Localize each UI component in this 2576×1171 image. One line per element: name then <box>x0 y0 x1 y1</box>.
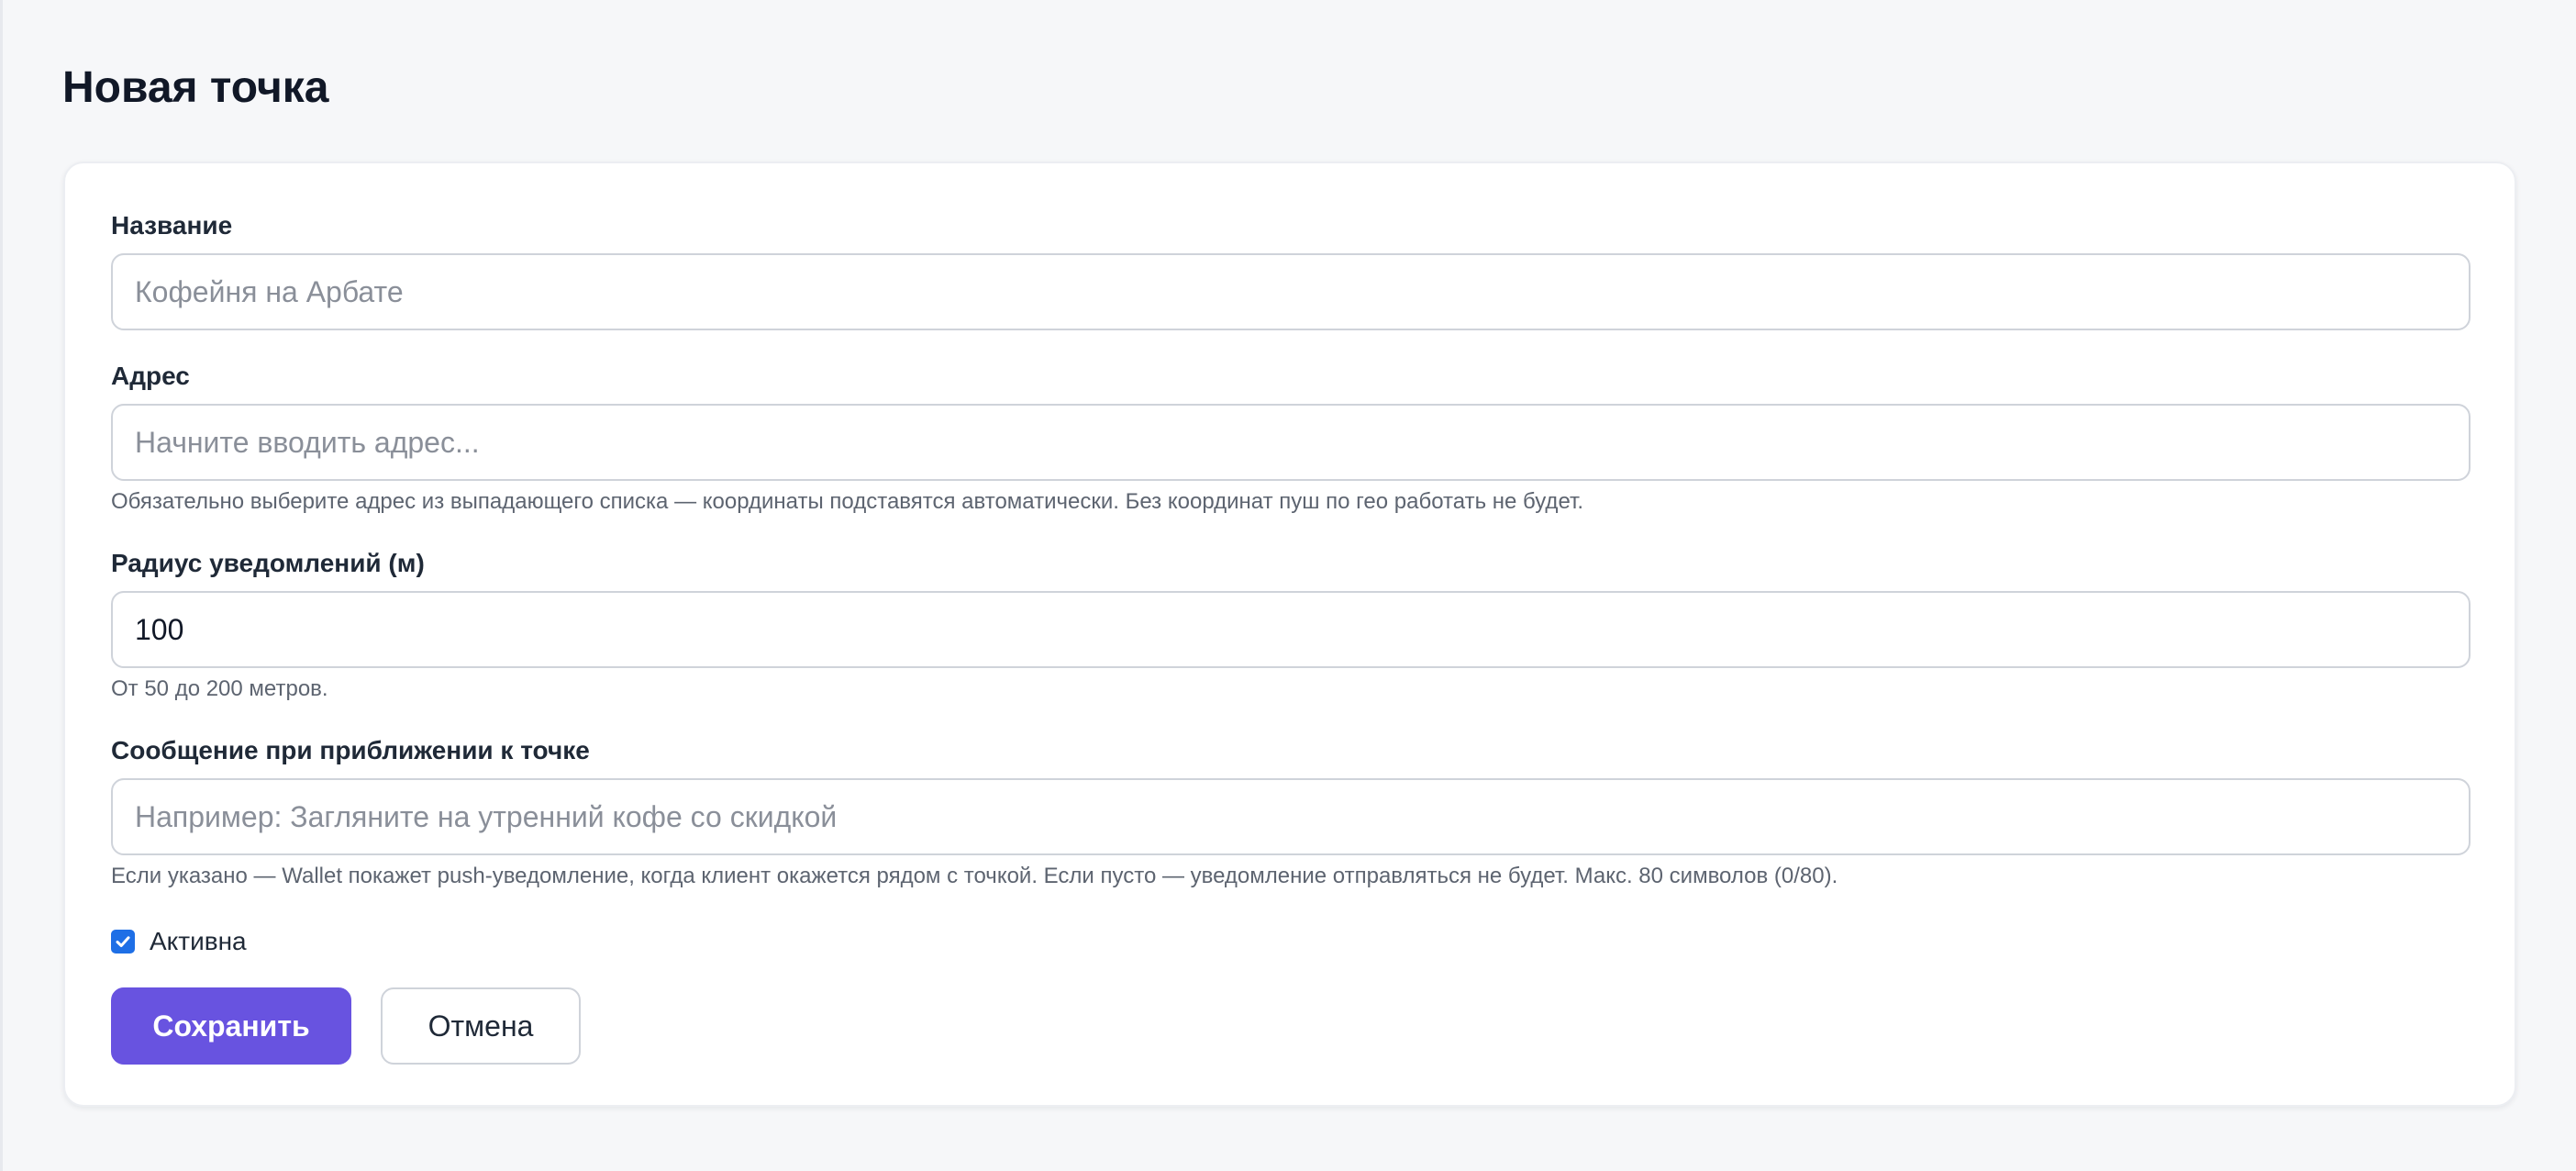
active-checkbox[interactable] <box>111 930 135 954</box>
checkmark-icon <box>116 936 130 947</box>
name-label: Название <box>111 211 233 240</box>
form-card: Название Адрес Обязательно выберите адре… <box>63 162 2516 1107</box>
address-label: Адрес <box>111 362 190 390</box>
address-hint: Обязательно выберите адрес из выпадающег… <box>111 489 1583 514</box>
radius-label: Радиус уведомлений (м) <box>111 549 425 577</box>
message-hint: Если указано — Wallet покажет push-уведо… <box>111 864 1838 888</box>
radius-input[interactable] <box>111 591 2471 668</box>
page-title: Новая точка <box>62 63 329 112</box>
cancel-button[interactable]: Отмена <box>381 987 581 1065</box>
name-input[interactable] <box>111 253 2471 330</box>
active-checkbox-label: Активна <box>150 927 247 955</box>
page: Новая точка Название Адрес Обязательно в… <box>0 0 2576 1171</box>
active-checkbox-row[interactable]: Активна <box>111 923 247 960</box>
message-input[interactable] <box>111 778 2471 855</box>
save-button[interactable]: Сохранить <box>111 987 351 1065</box>
message-label: Сообщение при приближении к точке <box>111 736 590 764</box>
radius-hint: От 50 до 200 метров. <box>111 676 328 701</box>
address-input[interactable] <box>111 404 2471 481</box>
